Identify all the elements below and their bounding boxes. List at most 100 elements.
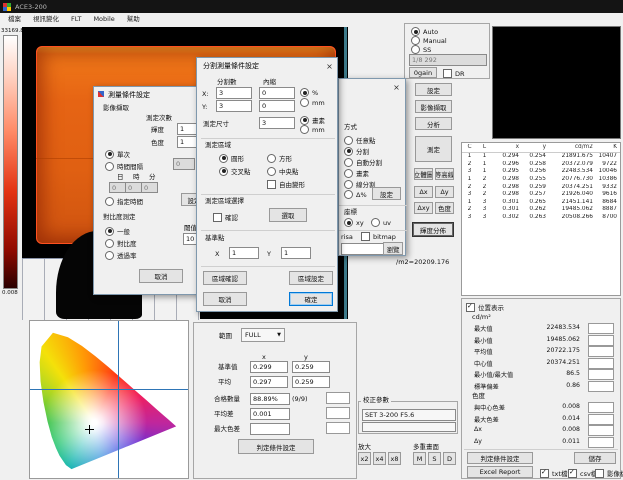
inset-mm-radio[interactable]: mm xyxy=(300,98,325,107)
menu-item-1[interactable]: 視訊變化 xyxy=(33,13,59,26)
table-cell: 2 xyxy=(462,161,477,168)
contour-button[interactable]: 等高線 xyxy=(435,168,454,180)
pass-count-field: 88.89% xyxy=(250,393,290,405)
table-row: 310.2950.25622483.53410046 xyxy=(462,168,620,176)
exposure-manual-radio[interactable]: Manual xyxy=(411,36,447,45)
ref-y-field[interactable]: 0.259 xyxy=(292,361,330,373)
x-inset-field[interactable]: 0 xyxy=(259,87,295,99)
close-icon[interactable]: × xyxy=(323,61,336,72)
exposure-auto-radio[interactable]: Auto xyxy=(411,27,438,36)
position-display-checkbox[interactable]: 位置表示 xyxy=(466,302,504,312)
stat-value: 22483.534 xyxy=(502,324,580,331)
region-center-radio[interactable]: 中央點 xyxy=(267,166,299,176)
table-cell: 0.302 xyxy=(492,214,519,221)
method-option-0[interactable]: 任意點 xyxy=(344,135,376,145)
base-x-field[interactable]: 1 xyxy=(229,247,259,259)
method-option-5[interactable]: Δ% xyxy=(344,190,367,199)
table-cell: 22483.534 xyxy=(546,168,593,175)
pick-button[interactable]: 選取 xyxy=(269,208,307,222)
delta-xy-button[interactable]: Δxy xyxy=(414,202,433,214)
contrast-radio[interactable]: 對比度 xyxy=(105,238,137,248)
method-option-2[interactable]: 自動分割 xyxy=(344,157,382,167)
browse-button[interactable]: 瀏覽 xyxy=(383,242,403,255)
multi-m-button[interactable]: M xyxy=(413,452,426,465)
measure-cancel-button[interactable]: 取消 xyxy=(139,269,183,283)
analyze-button[interactable]: 分析 xyxy=(415,117,452,130)
menu-item-2[interactable]: FLT xyxy=(71,13,81,26)
region-set-button[interactable]: 區域設定 xyxy=(289,271,333,285)
save-button[interactable]: 儲存 xyxy=(574,452,616,464)
method-option-1[interactable]: 分割 xyxy=(344,146,369,156)
region-confirm-button[interactable]: 區域確認 xyxy=(203,271,247,285)
range-judge-button[interactable]: 判定條件設定 xyxy=(238,439,314,454)
size-pixel-radio[interactable]: 畫素 xyxy=(300,115,325,125)
calibration-field[interactable]: SET 3-200 F5.6 xyxy=(362,409,456,421)
size-mm-radio[interactable]: mm xyxy=(300,125,325,134)
single-radio[interactable]: 單次 xyxy=(105,149,130,159)
y-div-field[interactable]: 3 xyxy=(216,100,252,112)
cie-diagram-panel[interactable] xyxy=(29,320,189,479)
table-cell: 10046 xyxy=(593,168,617,175)
method-option-3[interactable]: 畫素 xyxy=(344,168,369,178)
delta-y-button[interactable]: Δy xyxy=(435,186,454,198)
free-deform-checkbox[interactable]: 自由變形 xyxy=(267,179,305,189)
inset-percent-radio[interactable]: % xyxy=(300,88,318,97)
exposure-ss-radio[interactable]: SS xyxy=(411,45,431,54)
region-cross-radio[interactable]: 交叉點 xyxy=(219,166,251,176)
table-cell: 8887 xyxy=(593,206,617,213)
solid-view-button[interactable]: 立體圖 xyxy=(414,168,433,180)
split-cancel-button[interactable]: 取消 xyxy=(203,292,247,306)
region-circle-radio[interactable]: 圓形 xyxy=(219,153,244,163)
method-option-4[interactable]: 線分割 xyxy=(344,179,376,189)
gain-button[interactable]: 0gain xyxy=(409,67,437,78)
title-bar: ACE3-200 xyxy=(0,0,623,13)
thumbnail-display[interactable] xyxy=(492,26,621,139)
csv-file-checkbox[interactable]: csv檔 xyxy=(568,468,597,478)
delta-pct-set-button[interactable]: 設定 xyxy=(372,187,401,200)
size-field[interactable]: 3 xyxy=(259,117,295,129)
coord-uv-radio[interactable]: uv xyxy=(371,218,391,227)
menu-item-0[interactable]: 檔案 xyxy=(8,13,21,26)
region-square-radio[interactable]: 方形 xyxy=(267,153,292,163)
minute-label: 分 xyxy=(149,173,156,181)
bitmap-checkbox[interactable]: bitmap xyxy=(361,232,396,241)
table-cell: 1 xyxy=(462,199,477,206)
multi-d-button[interactable]: D xyxy=(443,452,456,465)
coord-xy-radio[interactable]: xy xyxy=(344,218,364,227)
close-icon[interactable]: × xyxy=(390,82,403,93)
txt-file-checkbox[interactable]: txt檔 xyxy=(540,468,567,478)
multi-s-button[interactable]: S xyxy=(428,452,441,465)
dialog-title: 測量條件設定 xyxy=(108,90,150,100)
zoom-x4-button[interactable]: x4 xyxy=(373,452,386,465)
measure-button[interactable]: 測定 xyxy=(415,136,452,162)
menu-item-3[interactable]: Mobile xyxy=(93,13,114,26)
specified-time-radio[interactable]: 指定時間 xyxy=(105,196,143,206)
confirm-checkbox[interactable]: 確認 xyxy=(213,212,238,222)
stats-panel: 位置表示 cd/m² 最大值22483.534最小值19485.062平均值20… xyxy=(461,298,621,479)
ref-x-field[interactable]: 0.299 xyxy=(250,361,288,373)
stat-value: 20722.175 xyxy=(502,347,580,354)
luminance-dist-button[interactable]: 輝度分佈 xyxy=(412,222,454,237)
zoom-x8-button[interactable]: x8 xyxy=(388,452,401,465)
scale-min-label: 0.008 xyxy=(2,289,18,297)
y-inset-field[interactable]: 0 xyxy=(259,100,295,112)
interval-radio[interactable]: 時間間隔 xyxy=(105,161,143,171)
capture-button[interactable]: 影像擷取 xyxy=(415,100,452,113)
chroma-button[interactable]: 色度 xyxy=(435,202,454,214)
zoom-x2-button[interactable]: x2 xyxy=(358,452,371,465)
transmittance-radio[interactable]: 透過率 xyxy=(105,250,137,260)
image-file-checkbox[interactable]: 影像檔 xyxy=(595,468,623,478)
x-div-field[interactable]: 3 xyxy=(216,87,252,99)
base-y-field[interactable]: 1 xyxy=(281,247,311,259)
table-cell: 0.295 xyxy=(492,168,519,175)
excel-report-button[interactable]: Excel Report xyxy=(467,466,533,478)
judge-settings-button[interactable]: 判定條件設定 xyxy=(467,452,533,464)
menu-item-4[interactable]: 幫助 xyxy=(127,13,140,26)
range-dropdown[interactable]: FULL▼ xyxy=(241,328,285,342)
delta-x-button[interactable]: Δx xyxy=(414,186,433,198)
split-ok-button[interactable]: 確定 xyxy=(289,292,333,306)
file-path-field[interactable] xyxy=(341,243,385,255)
settings-button[interactable]: 設定 xyxy=(415,83,452,96)
dr-checkbox[interactable]: DR xyxy=(443,69,465,78)
general-radio[interactable]: 一般 xyxy=(105,226,130,236)
